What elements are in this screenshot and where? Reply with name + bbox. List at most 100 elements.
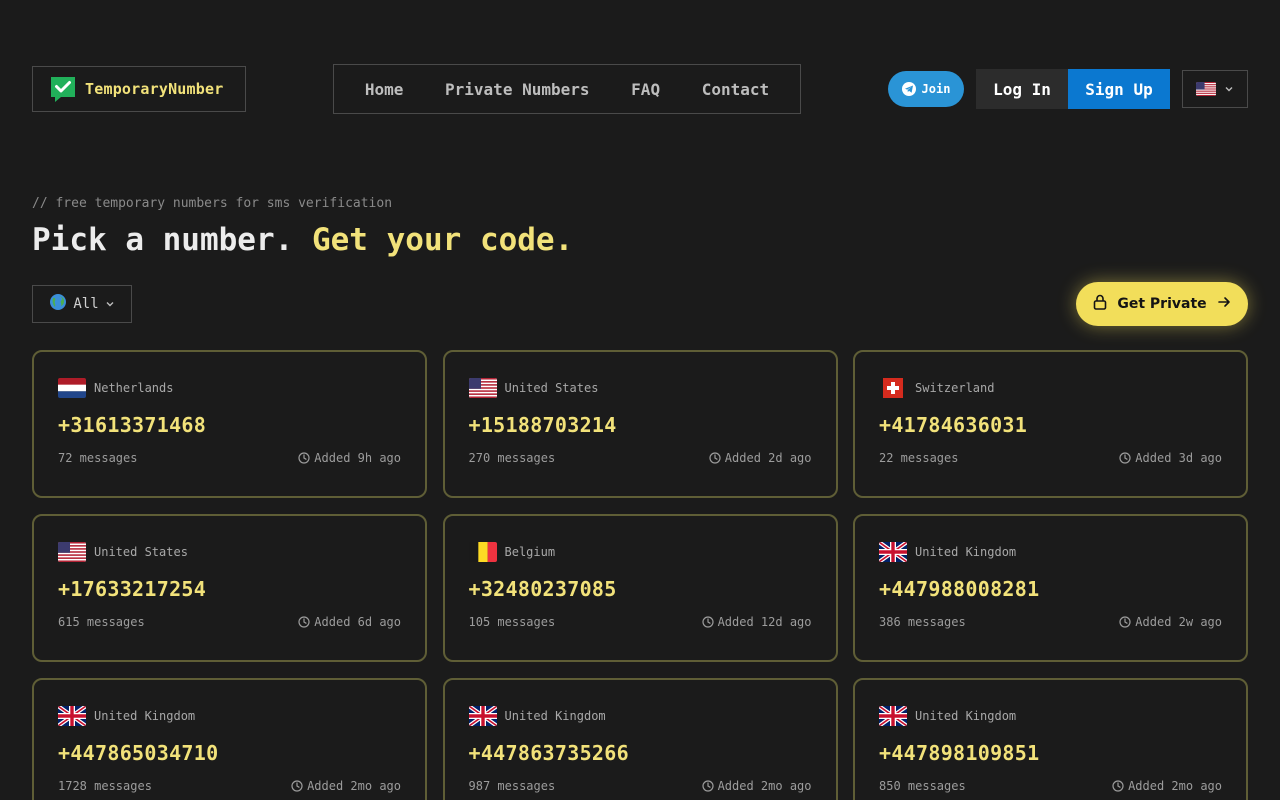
card-country: United Kingdom [468, 704, 812, 728]
added-time: Added 3d ago [1119, 451, 1222, 465]
telegram-join-button[interactable]: Join [888, 71, 964, 107]
number-card[interactable]: United States +15188703214 270 messages Add… [442, 350, 838, 498]
nav-home[interactable]: Home [365, 80, 404, 99]
country-name: United Kingdom [915, 545, 1017, 559]
country-filter[interactable]: All [32, 285, 132, 323]
headline-part2: Get your code. [311, 222, 574, 258]
logo-text: TemporaryNumber [85, 80, 224, 98]
message-count: 105 messages [468, 615, 556, 629]
clock-icon [291, 780, 303, 792]
card-meta: 1728 messages Added 2mo ago [58, 779, 401, 793]
added-time: Added 2mo ago [701, 779, 812, 793]
nl-flag-icon [58, 378, 86, 398]
card-country: United Kingdom [879, 540, 1222, 564]
added-time: Added 2mo ago [291, 779, 401, 793]
us-flag-icon [1196, 82, 1216, 96]
phone-number: +32480237085 [468, 577, 617, 601]
chevron-down-icon [1224, 84, 1234, 94]
message-count: 615 messages [58, 615, 145, 629]
gb-flag-icon [879, 542, 907, 562]
added-label: Added 2d ago [724, 451, 812, 465]
message-count: 1728 messages [58, 779, 152, 793]
gb-flag-icon [468, 706, 497, 726]
number-card[interactable]: United Kingdom +447988008281 386 messages A… [853, 514, 1248, 662]
added-label: Added 2mo ago [307, 779, 401, 793]
number-card[interactable]: United Kingdom +447898109851 850 messages A… [853, 678, 1248, 800]
get-private-label: Get Private [1117, 296, 1207, 312]
number-card[interactable]: Netherlands +31613371468 72 messages Added … [32, 350, 427, 498]
phone-number: +447863735266 [468, 741, 629, 765]
card-meta: 270 messages Added 2d ago [469, 451, 812, 465]
filter-label: All [73, 296, 99, 312]
login-button[interactable]: Log In [976, 69, 1068, 109]
card-country: United Kingdom [58, 704, 401, 728]
added-time: Added 6d ago [298, 615, 401, 629]
nav-faq[interactable]: FAQ [631, 80, 660, 99]
logo[interactable]: TemporaryNumber [32, 66, 246, 112]
card-meta: 386 messages Added 2w ago [879, 615, 1222, 629]
card-country: Belgium [468, 540, 812, 564]
country-name: Switzerland [915, 381, 995, 395]
card-meta: 987 messages Added 2mo ago [469, 779, 812, 793]
card-meta: 850 messages Added 2mo ago [879, 779, 1222, 793]
country-name: Netherlands [94, 381, 174, 395]
phone-number: +447898109851 [879, 741, 1040, 765]
message-count: 987 messages [468, 779, 556, 793]
country-name: Belgium [504, 545, 556, 559]
clock-icon [298, 616, 310, 628]
card-meta: 72 messages Added 9h ago [58, 451, 401, 465]
clock-icon [1112, 780, 1124, 792]
added-time: Added 2d ago [709, 451, 812, 465]
headline-part1: Pick a number. [32, 222, 294, 258]
added-label: Added 6d ago [314, 615, 401, 629]
chevron-down-icon [105, 299, 115, 309]
phone-number: +31613371468 [58, 413, 207, 437]
nav-contact[interactable]: Contact [702, 80, 769, 99]
check-message-icon [49, 75, 77, 103]
card-country: Netherlands [58, 376, 401, 400]
tagline: // free temporary numbers for sms verifi… [32, 196, 393, 211]
number-card[interactable]: Belgium +32480237085 105 messages Added 12d… [442, 514, 838, 662]
country-name: United States [504, 381, 599, 395]
lock-icon [1093, 294, 1107, 314]
us-flag-icon [468, 378, 497, 398]
signup-button[interactable]: Sign Up [1068, 69, 1170, 109]
telegram-icon [901, 82, 916, 96]
phone-number: +17633217254 [58, 577, 207, 601]
number-card[interactable]: Switzerland +41784636031 22 messages Added … [853, 350, 1248, 498]
card-meta: 105 messages Added 12d ago [469, 615, 812, 629]
message-count: 270 messages [468, 451, 556, 465]
main-nav: Home Private Numbers FAQ Contact [333, 64, 801, 114]
number-card[interactable]: United Kingdom +447865034710 1728 messages… [32, 678, 427, 800]
number-card[interactable]: United Kingdom +447863735266 987 messages A… [442, 678, 838, 800]
be-flag-icon [468, 542, 497, 562]
added-label: Added 2mo ago [717, 779, 812, 793]
country-name: United States [94, 545, 188, 559]
header: TemporaryNumber Home Private Numbers FAQ… [32, 64, 1248, 114]
message-count: 72 messages [58, 451, 138, 465]
message-count: 22 messages [879, 451, 959, 465]
added-label: Added 9h ago [314, 451, 401, 465]
page-title: Pick a number. Get your code. [32, 222, 573, 258]
gb-flag-icon [58, 706, 86, 726]
number-card[interactable]: United States +17633217254 615 messages Add… [32, 514, 427, 662]
card-meta: 22 messages Added 3d ago [879, 451, 1222, 465]
globe-icon [49, 293, 67, 315]
added-label: Added 3d ago [1135, 451, 1222, 465]
card-country: United States [468, 376, 812, 400]
added-time: Added 2mo ago [1112, 779, 1222, 793]
added-time: Added 9h ago [298, 451, 401, 465]
card-country: United States [58, 540, 401, 564]
nav-private-numbers[interactable]: Private Numbers [445, 80, 590, 99]
get-private-button[interactable]: Get Private [1076, 282, 1248, 326]
clock-icon [1119, 616, 1131, 628]
language-select[interactable] [1182, 70, 1248, 108]
phone-number: +447865034710 [58, 741, 219, 765]
phone-number: +15188703214 [468, 413, 617, 437]
added-label: Added 2w ago [1135, 615, 1222, 629]
clock-icon [1119, 452, 1131, 464]
message-count: 850 messages [879, 779, 966, 793]
page: TemporaryNumber Home Private Numbers FAQ… [0, 0, 1280, 800]
clock-icon [701, 780, 714, 792]
country-name: United Kingdom [915, 709, 1017, 723]
